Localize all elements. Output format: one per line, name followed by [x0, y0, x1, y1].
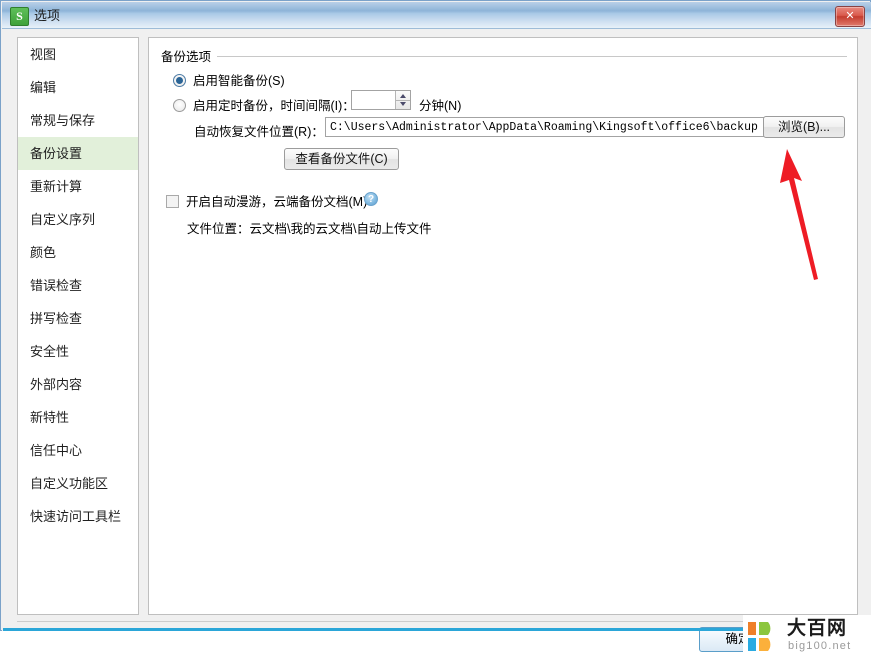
sidebar-item-12[interactable]: 信任中心 — [18, 434, 138, 467]
options-dialog-window: S 选项 ✕ 视图 编辑 常规与保存 备份设置 重新计算 自定义序列 颜色 错误检查 拼写检查安… — [0, 0, 871, 660]
sidebar-item-5[interactable]: 自定义序列 — [18, 203, 138, 236]
cloud-roaming-checkbox[interactable] — [166, 195, 179, 208]
watermark: 大百网 big100.net — [743, 615, 871, 660]
stepper-buttons[interactable] — [395, 91, 410, 109]
sidebar-item-13[interactable]: 自定义功能区 — [18, 467, 138, 500]
help-icon[interactable]: ? — [364, 192, 378, 206]
group-box-divider — [161, 56, 847, 57]
stepper-up-icon[interactable] — [400, 94, 406, 98]
sidebar-item-7[interactable]: 错误检查 — [18, 269, 138, 302]
sidebar-item-3[interactable]: 备份设置 — [18, 137, 138, 170]
footer-divider — [17, 621, 858, 622]
sidebar-item-9[interactable]: 安全性 — [18, 335, 138, 368]
wps-spreadsheet-icon: S — [10, 7, 29, 26]
sidebar-item-11[interactable]: 新特性 — [18, 401, 138, 434]
cloud-location-text: 文件位置：云文档\我的云文档\自动上传文件 — [187, 222, 432, 236]
smart-backup-radio[interactable] — [173, 74, 186, 87]
stepper-down-icon[interactable] — [400, 102, 406, 106]
cloud-roaming-option[interactable]: 开启自动漫游，云端备份文档(M) — [166, 191, 367, 210]
timed-backup-label: 启用定时备份，时间间隔(I)： — [193, 99, 355, 113]
smart-backup-option[interactable]: 启用智能备份(S) — [173, 70, 285, 89]
watermark-cn-text: 大百网 — [787, 618, 848, 639]
sidebar-item-1[interactable]: 编辑 — [18, 71, 138, 104]
watermark-en-text: big100.net — [788, 640, 852, 652]
sidebar-item-0[interactable]: 视图 — [18, 38, 138, 71]
recovery-location-label: 自动恢复文件位置(R)： — [194, 125, 324, 139]
sidebar-item-4[interactable]: 重新计算 — [18, 170, 138, 203]
sidebar-item-2[interactable]: 常规与保存 — [18, 104, 138, 137]
cloud-roaming-label: 开启自动漫游，云端备份文档(M) — [186, 195, 368, 209]
interval-unit-label: 分钟(N) — [419, 99, 462, 113]
recovery-location-input[interactable] — [325, 117, 785, 137]
sidebar-item-6[interactable]: 颜色 — [18, 236, 138, 269]
backup-interval-stepper[interactable] — [351, 90, 411, 110]
view-backup-files-button[interactable]: 查看备份文件(C) — [284, 148, 399, 170]
group-box-title: 备份选项 — [161, 46, 218, 65]
big100-logo-icon — [748, 622, 771, 651]
browse-button[interactable]: 浏览(B)... — [763, 116, 845, 138]
smart-backup-label: 启用智能备份(S) — [193, 74, 285, 88]
close-icon[interactable]: ✕ — [835, 6, 865, 27]
category-sidebar: 视图 编辑 常规与保存 备份设置 重新计算 自定义序列 颜色 错误检查 拼写检查 安全性 外部内容新… — [17, 37, 139, 615]
timed-backup-radio[interactable] — [173, 99, 186, 112]
stepper-divider — [395, 100, 410, 101]
sidebar-item-14[interactable]: 快速访问工具栏 — [18, 500, 138, 533]
backup-settings-panel: 备份选项 启用智能备份(S) 启用定时备份，时间间隔(I)： 分钟(N) 自动恢… — [148, 37, 858, 615]
window-title: 选项 — [34, 8, 61, 23]
sidebar-item-8[interactable]: 拼写检查 — [18, 302, 138, 335]
timed-backup-option[interactable]: 启用定时备份，时间间隔(I)： — [173, 95, 355, 114]
title-bar: S 选项 ✕ — [2, 2, 871, 29]
sidebar-item-10[interactable]: 外部内容 — [18, 368, 138, 401]
dialog-body: 视图 编辑 常规与保存 备份设置 重新计算 自定义序列 颜色 错误检查 拼写检查 安全性 外部内容新… — [2, 29, 871, 660]
